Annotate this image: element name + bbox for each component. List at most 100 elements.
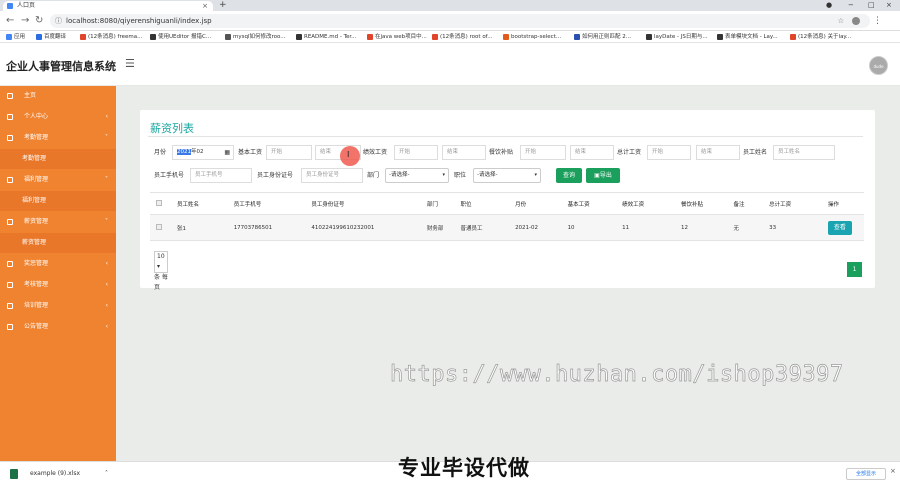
close-tab-icon[interactable]: × — [202, 1, 208, 11]
download-item[interactable]: example (9).xlsx ˄ — [6, 467, 110, 481]
app-title: 企业人事管理信息系统 — [6, 60, 116, 73]
bookmark-item[interactable]: mysql如何修改roo... — [225, 31, 286, 42]
sidebar-item-welfare[interactable]: 福利管理 ˅ — [0, 170, 116, 190]
view-button[interactable]: 查看 — [827, 220, 852, 235]
table-row: 张1 17703786501 410224199610232001 财务部 普通… — [150, 214, 864, 241]
row-checkbox[interactable] — [150, 214, 171, 241]
bookmark-icon — [503, 34, 509, 40]
bookmark-item[interactable]: README.md - Ter... — [296, 31, 356, 42]
table-header-row: 员工姓名 员工手机号 员工身份证号 部门 职位 月份 基本工资 绩效工资 餐饮补… — [150, 192, 864, 215]
bookmark-icon — [717, 34, 723, 40]
col-header[interactable]: 部门 — [420, 192, 455, 215]
chevron-left-icon: ‹ — [105, 113, 108, 120]
bookmark-icon — [36, 34, 42, 40]
col-header[interactable]: 备注 — [727, 192, 764, 215]
bookmark-item[interactable]: 在java web项目中... — [367, 31, 427, 42]
sidebar-item-notice[interactable]: 公告管理 ‹ — [0, 317, 116, 337]
account-icon[interactable]: ● — [826, 0, 832, 11]
page-size-select[interactable]: 10 ▾ — [154, 251, 168, 273]
menu-item-icon — [7, 177, 13, 183]
bookmark-icon — [574, 34, 580, 40]
chevron-down-icon: ˅ — [105, 176, 108, 183]
close-download-bar-icon[interactable]: × — [890, 467, 896, 475]
col-header[interactable]: 基本工资 — [561, 192, 617, 215]
sidebar-item-rewards[interactable]: 奖惩管理 ‹ — [0, 254, 116, 274]
col-header[interactable]: 员工姓名 — [171, 192, 228, 215]
browser-tab[interactable]: 人口页 × — [3, 1, 213, 11]
chevron-up-icon[interactable]: ˄ — [105, 467, 108, 481]
new-tab-icon[interactable]: + — [219, 0, 227, 11]
maximize-icon[interactable]: □ — [868, 0, 875, 11]
bookmark-item[interactable]: 使用UEditor 报错C... — [150, 31, 211, 42]
bookmark-icon — [367, 34, 373, 40]
sidebar-subitem-attendance[interactable]: 考勤管理 — [0, 149, 116, 169]
cell-performance: 11 — [616, 214, 675, 241]
sidebar-item-home[interactable]: 主页 — [0, 86, 116, 106]
cell-department: 财务部 — [420, 214, 455, 241]
bookmark-star-icon[interactable]: ☆ — [838, 14, 844, 28]
cell-name: 张1 — [171, 214, 228, 241]
col-header[interactable]: 总计工资 — [763, 192, 822, 215]
sidebar-item-salary[interactable]: 薪资管理 ˅ — [0, 212, 116, 232]
browser-menu-icon[interactable]: ⋮ — [873, 14, 882, 28]
bookmark-item[interactable]: bootstrap-select... — [503, 31, 561, 42]
watermark-caption: 专业毕设代做 — [398, 456, 530, 480]
menu-item-icon — [7, 135, 13, 141]
minimize-icon[interactable]: − — [848, 0, 854, 11]
bookmark-item[interactable]: 表单模块文档 - Lay... — [717, 31, 778, 42]
sidebar-item-profile[interactable]: 个人中心 ‹ — [0, 107, 116, 127]
menu-item-icon — [7, 303, 13, 309]
chevron-left-icon: ‹ — [105, 323, 108, 330]
url-bar[interactable]: ⓘ localhost:8080/qiyerenshiguanli/index.… — [50, 14, 882, 28]
bookmark-item[interactable]: 应用 — [6, 31, 25, 42]
col-header[interactable]: 员工手机号 — [227, 192, 306, 215]
menu-item-icon — [7, 282, 13, 288]
page-size-suffix: 条 每页 — [154, 274, 168, 291]
col-header[interactable]: 餐饮补贴 — [674, 192, 728, 215]
show-all-button[interactable]: 全部显示 — [846, 468, 886, 480]
close-window-icon[interactable]: × — [886, 0, 892, 11]
bookmark-item[interactable]: layDate - JS日期与... — [646, 31, 708, 42]
bookmark-item[interactable]: 百度翻译 — [36, 31, 66, 42]
back-icon[interactable]: ← — [6, 14, 14, 28]
avatar[interactable]: dude — [869, 56, 888, 75]
chevron-left-icon: ‹ — [105, 281, 108, 288]
sidebar-item-assessment[interactable]: 考核管理 ‹ — [0, 275, 116, 295]
address-toolbar: ← → ↻ ⓘ localhost:8080/qiyerenshiguanli/… — [0, 11, 900, 31]
cell-actions: 查看 — [821, 214, 864, 241]
url-text: localhost:8080/qiyerenshiguanli/index.js… — [66, 17, 212, 25]
sidebar-item-training[interactable]: 培训管理 ‹ — [0, 296, 116, 316]
cell-idcard: 410224199610232001 — [305, 214, 421, 241]
bookmark-item[interactable]: (12条消息) 关于lay... — [790, 31, 851, 42]
pagination-current-page[interactable]: 1 — [847, 262, 862, 277]
excel-file-icon — [10, 469, 18, 479]
menu-item-icon — [7, 219, 13, 225]
col-header[interactable]: 月份 — [509, 192, 562, 215]
info-icon[interactable]: ⓘ — [55, 14, 62, 28]
menu-toggle-icon[interactable]: ☰ — [125, 57, 135, 70]
sidebar-subitem-salary[interactable]: 薪资管理 — [0, 233, 116, 253]
chevron-down-icon: ˅ — [105, 218, 108, 225]
bookmark-icon — [225, 34, 231, 40]
col-header[interactable]: 绩效工资 — [616, 192, 675, 215]
bookmark-item[interactable]: (12条消息) root of... — [432, 31, 492, 42]
bookmark-item[interactable]: 如何用正则匹配 2... — [574, 31, 631, 42]
watermark-url: https://www.huzhan.com/ishop39397 — [390, 362, 844, 388]
bookmark-icon — [150, 34, 156, 40]
download-filename: example (9).xlsx — [30, 470, 81, 477]
select-all-checkbox[interactable] — [150, 192, 171, 215]
sidebar: 主页 个人中心 ‹ 考勤管理 ˅ 考勤管理 福利管理 ˅ 福利管理 薪资管理 ˅ 薪资管… — [0, 86, 116, 461]
bookmark-item[interactable]: (12条消息) freema... — [80, 31, 142, 42]
sidebar-item-attendance[interactable]: 考勤管理 ˅ — [0, 128, 116, 148]
col-header[interactable]: 员工身份证号 — [305, 192, 421, 215]
forward-icon[interactable]: → — [21, 14, 29, 28]
reload-icon[interactable]: ↻ — [35, 14, 43, 28]
sidebar-subitem-welfare[interactable]: 福利管理 — [0, 191, 116, 211]
bookmarks-bar: 应用 百度翻译 (12条消息) freema... 使用UEditor 报错C.… — [0, 31, 900, 43]
col-header[interactable]: 职位 — [454, 192, 510, 215]
cell-base-salary: 10 — [561, 214, 617, 241]
bookmark-icon — [296, 34, 302, 40]
bookmark-icon — [790, 34, 796, 40]
menu-item-icon — [7, 324, 13, 330]
profile-icon[interactable] — [852, 17, 860, 25]
